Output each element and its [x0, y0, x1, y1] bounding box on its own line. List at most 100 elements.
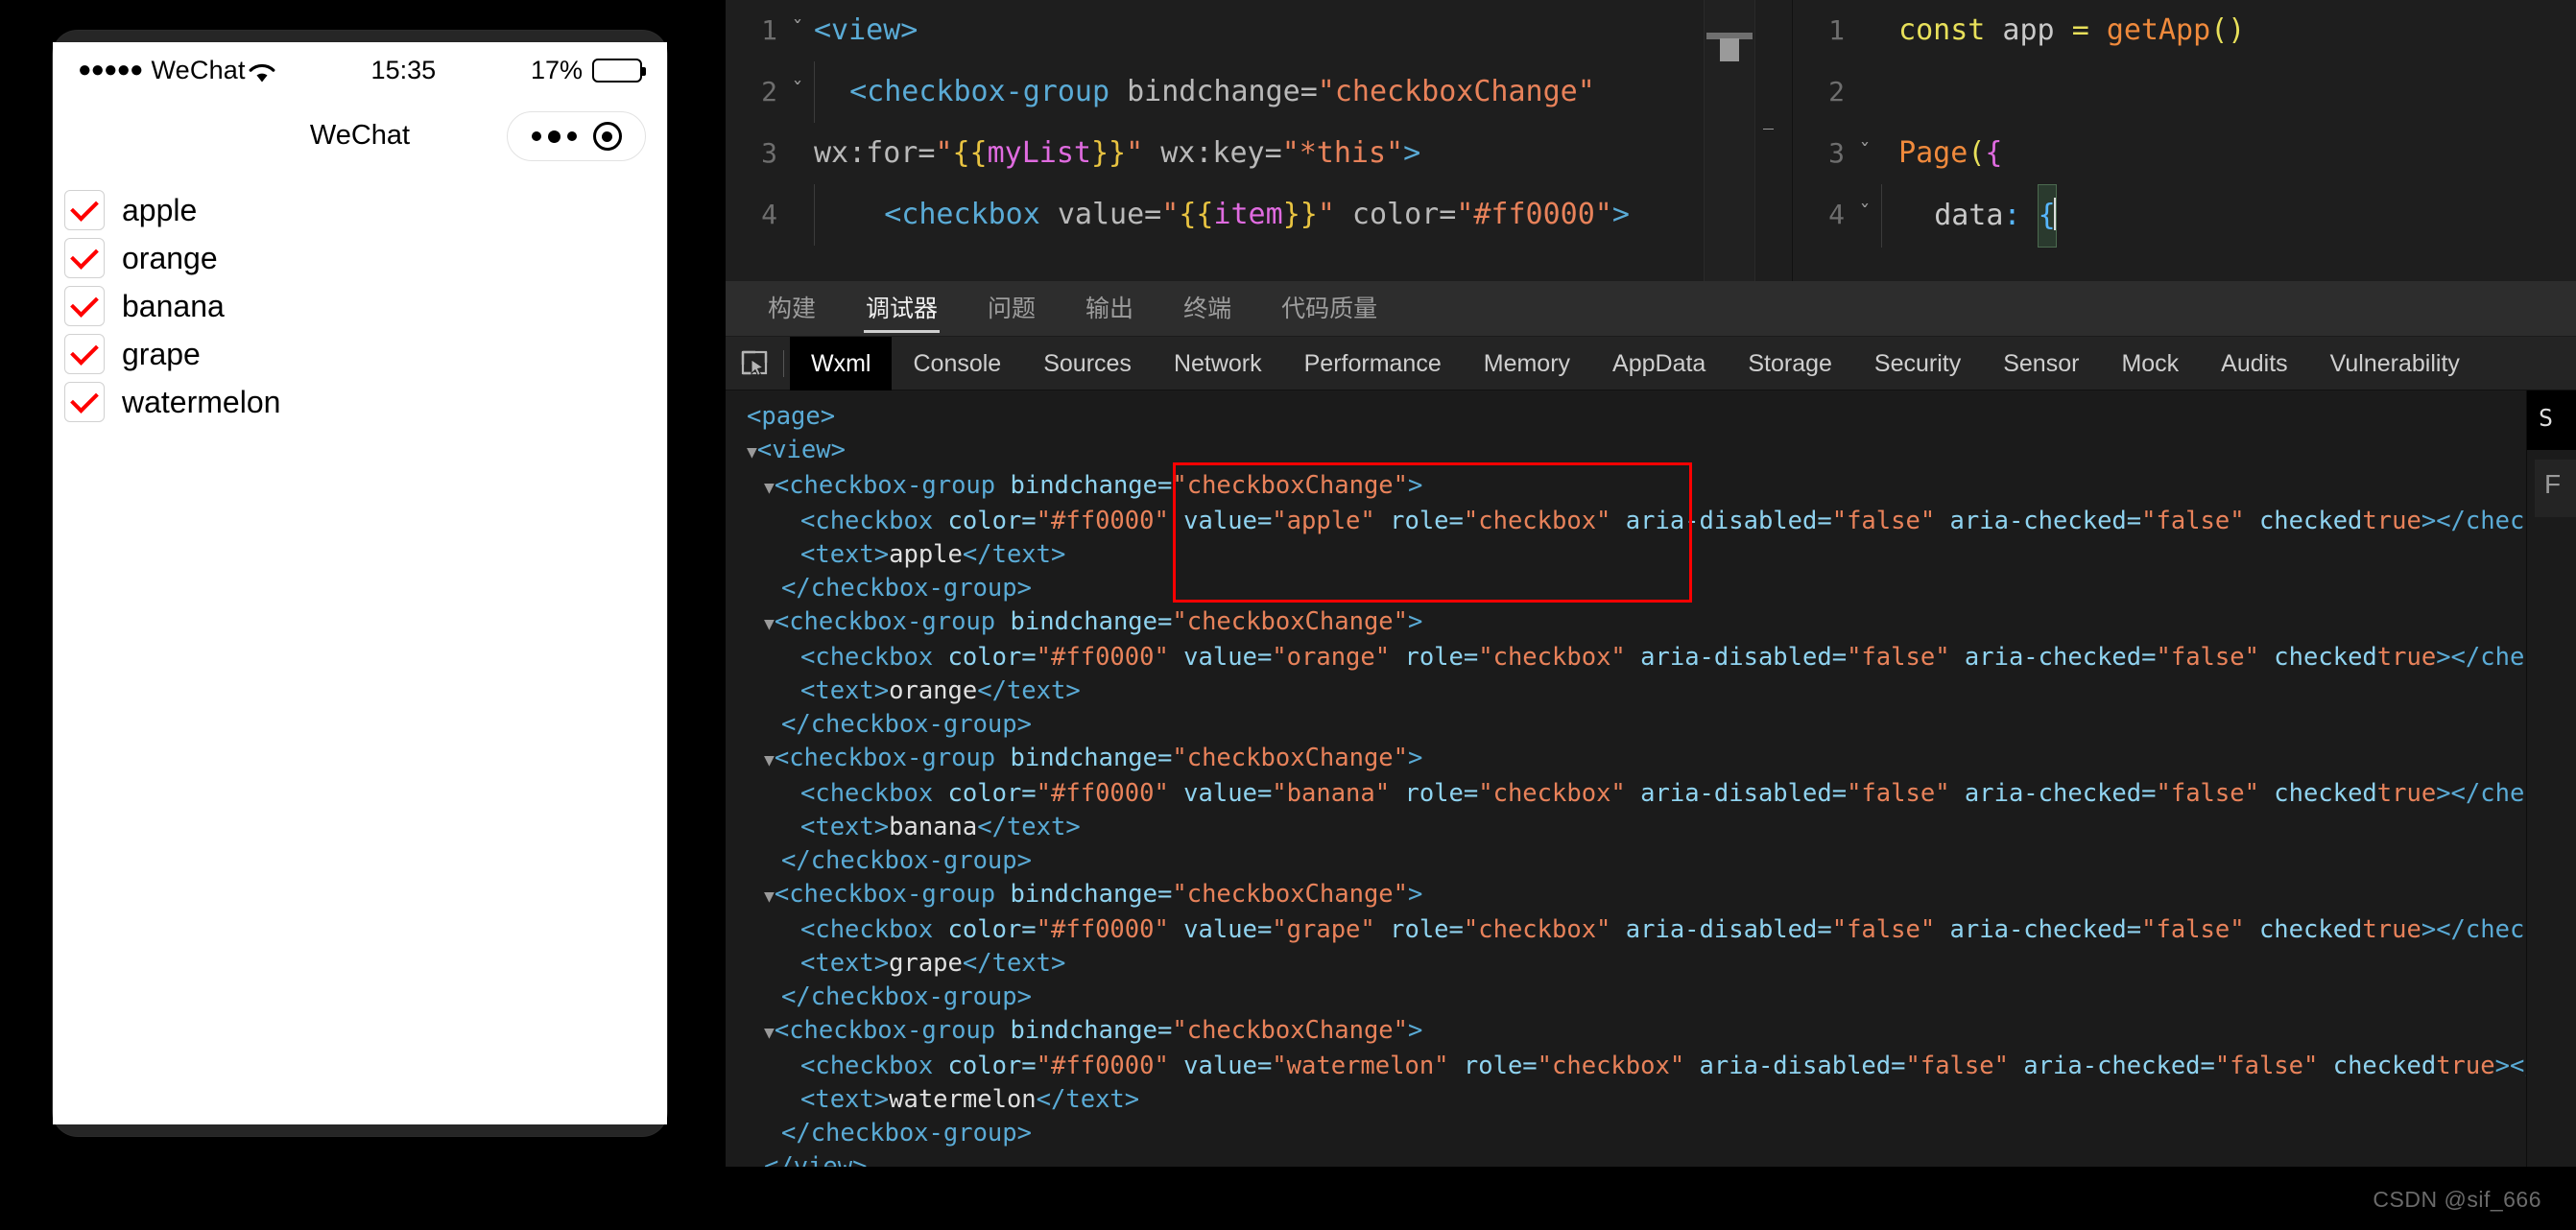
devtools-tab-appdata[interactable]: AppData — [1591, 337, 1727, 390]
build-tab-5[interactable]: 代码质量 — [1279, 281, 1379, 337]
wxml-dom-tree[interactable]: <page> ▼<view> ▼<checkbox-group bindchange… — [726, 390, 2526, 1167]
ide-panel: 1 ˇ <view> 2 ˇ <checkbox-group bindchang… — [726, 0, 2576, 1230]
styles-panel-subtitle: F — [2535, 460, 2576, 517]
dom-line-checkbox-group-open[interactable]: ▼<checkbox-group bindchange="checkboxCha… — [726, 469, 2526, 505]
checkbox-box[interactable] — [64, 190, 105, 230]
dom-line-text[interactable]: <text>watermelon</text> — [726, 1083, 2526, 1117]
styles-side-panel[interactable]: S F — [2526, 390, 2576, 1167]
dom-line-checkbox-group-close[interactable]: </checkbox-group> — [726, 708, 2526, 742]
checkbox-row[interactable]: watermelon — [64, 378, 667, 426]
build-tab-1[interactable]: 调试器 — [864, 281, 941, 337]
code-text: <checkbox-group bindchange="checkboxChan… — [814, 61, 1792, 123]
checkbox-row[interactable]: grape — [64, 330, 667, 378]
quote-token: " — [1317, 198, 1335, 231]
app-root: ●●●●● WeChat 15:35 17% WeChat apple oran… — [0, 0, 2576, 1230]
dom-line-checkbox-group-open[interactable]: ▼<checkbox-group bindchange="checkboxCha… — [726, 605, 2526, 641]
quote-token: " — [935, 136, 953, 170]
build-tab-0[interactable]: 构建 — [766, 281, 818, 337]
fold-chevron-icon[interactable]: ˇ — [781, 61, 814, 123]
operator-token: = — [2071, 13, 2107, 47]
dom-line-checkbox[interactable]: <checkbox color="#ff0000" value="banana"… — [726, 777, 2526, 811]
dom-line-view-open[interactable]: ▼<view> — [726, 434, 2526, 469]
devtools-tabbar[interactable]: Wxml Console Sources Network Performance Memo… — [726, 336, 2576, 390]
binding-token: myList — [987, 136, 1091, 170]
dom-tree-lines[interactable]: <page> ▼<view> ▼<checkbox-group bindchange… — [726, 400, 2526, 1167]
checkbox-label: watermelon — [122, 384, 281, 419]
dom-line-checkbox-group-close[interactable]: </checkbox-group> — [726, 1117, 2526, 1150]
devtools-tab-console[interactable]: Console — [892, 337, 1022, 390]
code-line-4[interactable]: 4 <checkbox value="{{item}}" color="#ff0… — [726, 184, 1792, 246]
checkbox-row[interactable]: apple — [64, 186, 667, 234]
fold-chevron-icon[interactable]: ˇ — [781, 0, 814, 61]
devtools-tab-memory[interactable]: Memory — [1463, 337, 1591, 390]
line-number: 4 — [1828, 199, 1845, 230]
editor-minimap[interactable] — [1704, 0, 1755, 281]
checkbox-box[interactable] — [64, 238, 105, 278]
brace-token: }} — [1282, 198, 1318, 231]
code-line-2[interactable]: 2 — [1793, 61, 2576, 123]
code-line-1[interactable]: 1 const app = getApp() — [1793, 0, 2576, 61]
devtools-tab-performance[interactable]: Performance — [1283, 337, 1463, 390]
devtools-tab-mock[interactable]: Mock — [2100, 337, 2200, 390]
devtools-tab-list[interactable]: Wxml Console Sources Network Performance Memo… — [790, 336, 2481, 390]
dom-line-checkbox[interactable]: <checkbox color="#ff0000" value="orange"… — [726, 641, 2526, 674]
checkbox-box[interactable] — [64, 334, 105, 374]
devtools-tab-sensor[interactable]: Sensor — [1982, 337, 2100, 390]
js-editor[interactable]: 1 const app = getApp() 2 3 ˇ Page({ 4 ˇ — [1793, 0, 2576, 281]
devtools-tab-security[interactable]: Security — [1853, 337, 1982, 390]
code-line-4[interactable]: 4 ˇ data: { — [1793, 184, 2576, 248]
minimap-block — [1720, 38, 1739, 61]
dom-line-checkbox[interactable]: <checkbox color="#ff0000" value="grape" … — [726, 913, 2526, 947]
dom-line-text[interactable]: <text>banana</text> — [726, 811, 2526, 844]
build-tab-4[interactable]: 终端 — [1181, 281, 1233, 337]
devtools-tab-audits[interactable]: Audits — [2200, 337, 2308, 390]
inspect-element-icon[interactable] — [726, 337, 783, 390]
dom-line-text[interactable]: <text>orange</text> — [726, 674, 2526, 708]
dom-line-checkbox-group-close[interactable]: </checkbox-group> — [726, 844, 2526, 878]
dom-line-view-close[interactable]: </view> — [726, 1150, 2526, 1167]
code-line-3[interactable]: 3 wx:for="{{myList}}" wx:key="*this"> — [726, 123, 1792, 184]
dom-line-checkbox-group-close[interactable]: </checkbox-group> — [726, 572, 2526, 605]
build-panel-tabs[interactable]: 构建 调试器 问题 输出 终端 代码质量 — [726, 281, 2576, 337]
devtools-tab-storage[interactable]: Storage — [1727, 337, 1853, 390]
tag-token: <view> — [814, 13, 918, 47]
build-tab-2[interactable]: 问题 — [986, 281, 1038, 337]
wxml-editor[interactable]: 1 ˇ <view> 2 ˇ <checkbox-group bindchang… — [726, 0, 1793, 281]
code-line-2[interactable]: 2 ˇ <checkbox-group bindchange="checkbox… — [726, 61, 1792, 123]
code-line-1[interactable]: 1 ˇ <view> — [726, 0, 1792, 61]
devtools-tab-network[interactable]: Network — [1153, 337, 1283, 390]
battery-icon — [592, 58, 646, 83]
code-line-3[interactable]: 3 ˇ Page({ — [1793, 123, 2576, 184]
checkbox-row[interactable]: orange — [64, 234, 667, 282]
checkbox-box[interactable] — [64, 382, 105, 422]
checkbox-group-list: apple orange banana grape watermelon — [53, 173, 667, 426]
dom-line-text[interactable]: <text>apple</text> — [726, 538, 2526, 572]
dom-line-checkbox[interactable]: <checkbox color="#ff0000" value="apple" … — [726, 505, 2526, 538]
attr-token: color= — [1334, 198, 1457, 231]
devtools-tab-wxml[interactable]: Wxml — [790, 336, 893, 390]
dom-line-text[interactable]: <text>grape</text> — [726, 947, 2526, 981]
checkbox-box[interactable] — [64, 286, 105, 326]
dom-line-checkbox-group-open[interactable]: ▼<checkbox-group bindchange="checkboxCha… — [726, 742, 2526, 777]
dom-line-checkbox-group-open[interactable]: ▼<checkbox-group bindchange="checkboxCha… — [726, 878, 2526, 913]
check-icon — [70, 385, 99, 414]
dom-line-checkbox-group-close[interactable]: </checkbox-group> — [726, 981, 2526, 1014]
fold-chevron-icon[interactable]: ˇ — [1849, 123, 1881, 184]
line-number: 3 — [761, 137, 777, 169]
checkbox-row[interactable]: banana — [64, 282, 667, 330]
capsule-menu[interactable] — [507, 111, 646, 161]
punct-token: > — [1611, 198, 1630, 231]
devtools-tab-vulnerability[interactable]: Vulnerability — [2309, 337, 2481, 390]
value-token: "checkboxChange" — [1317, 75, 1595, 108]
dom-line-checkbox-group-open[interactable]: ▼<checkbox-group bindchange="checkboxCha… — [726, 1014, 2526, 1050]
target-circle-icon[interactable] — [592, 122, 622, 151]
dom-line-page-open[interactable]: <page> — [726, 400, 2526, 434]
build-tab-3[interactable]: 输出 — [1084, 281, 1135, 337]
fold-chevron-icon[interactable]: ˇ — [1849, 184, 1881, 246]
devtools-tab-sources[interactable]: Sources — [1022, 337, 1153, 390]
nav-bar: WeChat — [53, 98, 667, 173]
dom-line-checkbox[interactable]: <checkbox color="#ff0000" value="waterme… — [726, 1050, 2526, 1083]
check-icon — [70, 289, 99, 318]
scroll-indicator-icon[interactable]: ⎯ — [1763, 115, 1784, 139]
more-dots-icon[interactable] — [531, 130, 577, 143]
